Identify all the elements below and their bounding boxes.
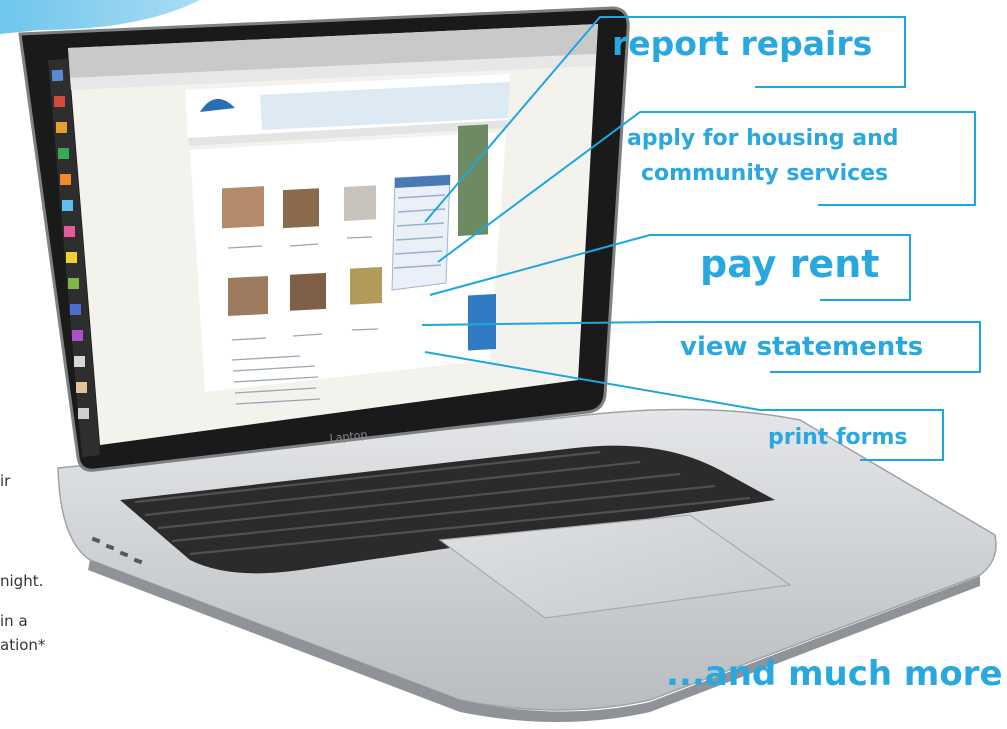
left-text-fragment-1: ir [0,472,11,490]
callout-and-much-more: ...and much more! [666,654,1007,694]
promo-stage: Laptop report repairs apply for housing … [0,0,1007,729]
callout-view-statements: view statements [680,332,924,362]
callout-apply-line2: community services [641,161,889,186]
thumbnail-group [290,272,326,311]
left-text-fragment-4: ation* [0,636,46,654]
laptop-lid: Laptop [18,6,630,472]
thumbnail-men [228,275,268,317]
laptop-illustration: Laptop [0,0,997,722]
callout-report-repairs: report repairs [612,24,873,63]
left-text-fragment-3: in a [0,612,28,630]
callout-apply-line1: apply for housing and [627,126,899,151]
thumbnail-family [222,186,264,229]
thumbnail-door [350,266,382,305]
thumbnail-house [344,185,376,221]
left-text-fragment-2: night. [0,572,44,590]
ad-banner-top [458,124,488,236]
callout-pay-rent: pay rent [700,242,880,286]
sidebar-menu [391,174,451,291]
thumbnail-couple [283,188,319,229]
ad-banner-bottom [468,294,496,351]
callout-print-forms: print forms [768,425,908,450]
